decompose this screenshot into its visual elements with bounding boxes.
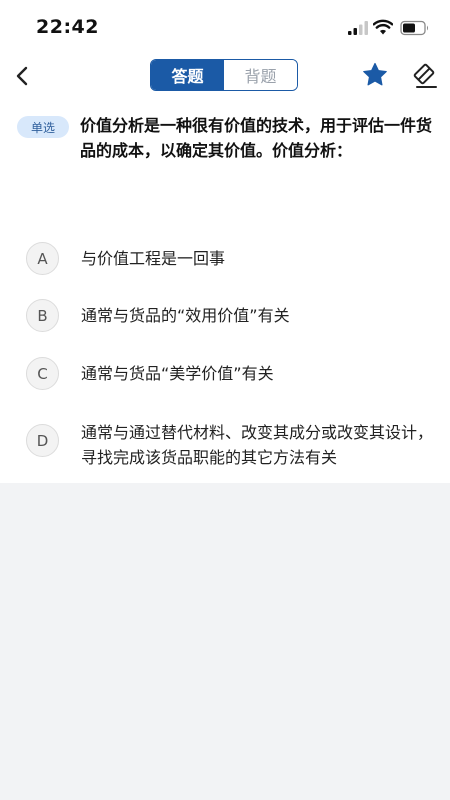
app-screen: 22:42 答题 背题 单选 价值分析是一种很有价值的技术，用于评估一件货品的成… bbox=[0, 0, 450, 800]
option-text: 与价值工程是一回事 bbox=[81, 249, 226, 268]
option-letter: C bbox=[26, 357, 59, 390]
option-a[interactable]: A 与价值工程是一回事 bbox=[26, 242, 436, 276]
option-text: 通常与通过替代材料、改变其成分或改变其设计，寻找完成该货品职能的其它方法有关 bbox=[81, 423, 434, 467]
signal-icon bbox=[348, 21, 368, 35]
option-letter: A bbox=[26, 242, 59, 275]
tab-review[interactable]: 背题 bbox=[224, 60, 297, 90]
option-b[interactable]: B 通常与货品的“效用价值”有关 bbox=[26, 299, 436, 333]
option-letter: B bbox=[26, 299, 59, 332]
status-bar: 22:42 bbox=[0, 0, 450, 52]
option-letter: D bbox=[26, 424, 59, 457]
mode-switch: 答题 背题 bbox=[150, 59, 298, 91]
question-text: 价值分析是一种很有价值的技术，用于评估一件货品的成本，以确定其价值。价值分析： bbox=[80, 116, 433, 160]
option-c[interactable]: C 通常与货品“美学价值”有关 bbox=[26, 357, 436, 391]
status-time: 22:42 bbox=[36, 16, 99, 38]
tab-answer[interactable]: 答题 bbox=[151, 60, 224, 90]
option-d[interactable]: D 通常与通过替代材料、改变其成分或改变其设计，寻找完成该货品职能的其它方法有关 bbox=[26, 420, 436, 472]
wifi-icon bbox=[373, 19, 393, 35]
eraser-icon[interactable] bbox=[409, 60, 439, 90]
chevron-left-icon[interactable] bbox=[10, 62, 36, 90]
star-icon[interactable] bbox=[361, 61, 389, 89]
nav-bar: 答题 背题 bbox=[0, 52, 450, 100]
battery-icon bbox=[400, 20, 428, 36]
question-type-badge: 单选 bbox=[17, 116, 69, 138]
option-text: 通常与货品“美学价值”有关 bbox=[81, 364, 274, 383]
option-text: 通常与货品的“效用价值”有关 bbox=[81, 306, 290, 325]
